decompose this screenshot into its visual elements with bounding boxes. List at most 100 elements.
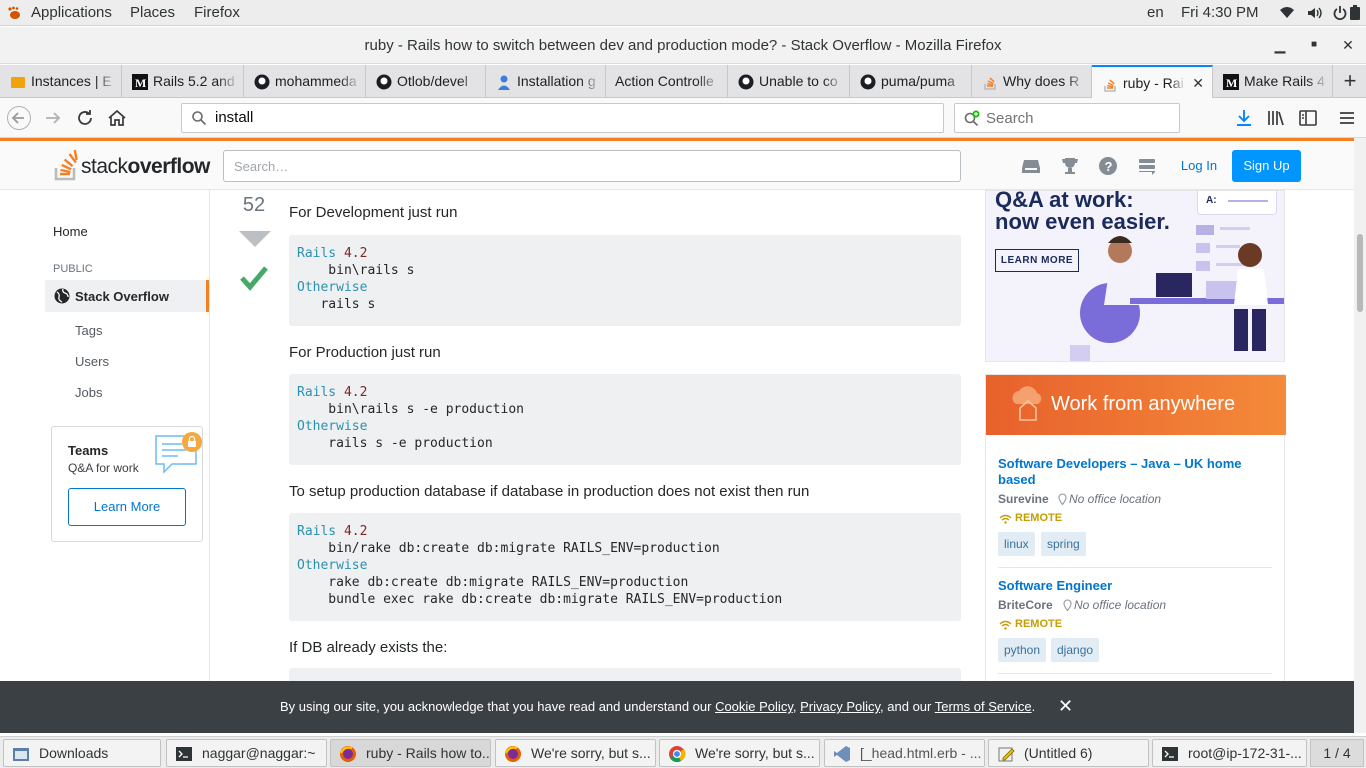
url-input-text[interactable]: install — [215, 109, 253, 126]
trophy-icon[interactable] — [1060, 156, 1080, 176]
so-search-input[interactable]: Search… — [223, 150, 961, 182]
taskbar-item-label: We're sorry, but s... — [695, 745, 815, 761]
nav-stackoverflow[interactable]: Stack Overflow — [45, 280, 209, 312]
workspace-pager[interactable]: 1 / 4 — [1310, 739, 1364, 767]
wifi-icon[interactable] — [1279, 5, 1295, 21]
jobs-widget: Work from anywhere Software Developers –… — [985, 374, 1286, 682]
hamburger-menu-icon[interactable] — [1335, 106, 1359, 130]
job-title[interactable]: Software Engineer — [998, 578, 1272, 594]
site-switcher-icon[interactable] — [1137, 156, 1157, 176]
taskbar-item[interactable]: root@ip-172-31-... — [1152, 739, 1307, 767]
search-bar[interactable]: Search — [954, 103, 1180, 133]
tab-active[interactable]: ruby - Rai ✕ — [1092, 65, 1213, 99]
job-tag[interactable]: linux — [998, 532, 1035, 556]
power-icon[interactable] — [1332, 5, 1348, 21]
new-tab-button[interactable]: + — [1334, 65, 1366, 98]
tab[interactable]: Instances | E — [0, 65, 122, 98]
code-line: Otherwise — [297, 558, 368, 573]
nav-tags[interactable]: Tags — [75, 323, 102, 338]
taskbar-item[interactable]: We're sorry, but s... — [495, 739, 656, 767]
job-remote-badge: REMOTE — [1015, 618, 1063, 630]
taskbar-item-label: Downloads — [39, 745, 109, 761]
teams-illustration-icon — [155, 432, 202, 474]
tab[interactable]: Action Controlle — [606, 65, 728, 98]
svg-text:M: M — [135, 76, 146, 90]
home-icon[interactable] — [105, 106, 129, 130]
taskbar-item[interactable]: naggar@naggar:~ — [166, 739, 327, 767]
code-line: bin/rake db:create db:migrate RAILS_ENV=… — [297, 541, 720, 556]
downvote-arrow-icon[interactable] — [238, 230, 272, 248]
firefox-app-menu[interactable]: Firefox — [194, 4, 240, 21]
page-scrollbar[interactable] — [1354, 138, 1366, 682]
job-tag[interactable]: django — [1051, 638, 1100, 662]
job-title[interactable]: Software Developers – Java – UK home bas… — [998, 456, 1272, 488]
inbox-icon[interactable] — [1021, 156, 1041, 176]
job-tag[interactable]: spring — [1041, 532, 1086, 556]
accepted-check-icon — [240, 266, 268, 291]
scrollbar-thumb[interactable] — [1357, 234, 1363, 312]
tab[interactable]: M Make Rails 4 — [1213, 65, 1333, 98]
teams-learn-more-button[interactable]: Learn More — [68, 488, 186, 526]
nav-home[interactable]: Home — [53, 224, 88, 239]
login-link[interactable]: Log In — [1173, 150, 1225, 182]
maximize-button[interactable]: ■ — [1305, 36, 1323, 54]
close-window-button[interactable]: ✕ — [1339, 36, 1357, 54]
privacy-policy-link[interactable]: Privacy Policy — [800, 699, 880, 714]
cookie-policy-link[interactable]: Cookie Policy — [715, 699, 793, 714]
so-logo[interactable]: stackoverflow — [53, 149, 213, 183]
window-title-bar[interactable]: ruby - Rails how to switch between dev a… — [0, 27, 1366, 64]
tab[interactable]: Why does R — [972, 65, 1092, 98]
terminal-icon — [176, 747, 192, 761]
taskbar-item-label: ruby - Rails how to... — [366, 745, 491, 761]
code-line: rake db:create db:migrate RAILS_ENV=prod… — [297, 575, 689, 590]
forward-arrow-icon[interactable] — [41, 106, 65, 130]
library-icon[interactable] — [1264, 106, 1288, 130]
tab[interactable]: Installation g — [486, 65, 606, 98]
help-icon[interactable]: ? — [1098, 156, 1118, 176]
applications-menu[interactable]: Applications — [31, 4, 112, 21]
web-page: stackoverflow Search… ? Log In Sign Up H… — [0, 138, 1354, 682]
volume-icon[interactable] — [1306, 5, 1322, 21]
taskbar-item[interactable]: We're sorry, but s... — [659, 739, 820, 767]
tab[interactable]: Otlob/devel — [366, 65, 486, 98]
divider — [998, 673, 1272, 674]
taskbar-item[interactable]: [_head.html.erb - ... — [824, 739, 985, 767]
download-icon[interactable] — [1232, 106, 1256, 130]
clock[interactable]: Fri 4:30 PM — [1181, 4, 1259, 21]
tab[interactable]: Unable to co — [728, 65, 850, 98]
reload-icon[interactable] — [73, 106, 97, 130]
ad-learn-more-button[interactable]: LEARN MORE — [995, 249, 1079, 272]
taskbar-item[interactable]: (Untitled 6) — [988, 739, 1149, 767]
tab-label: Action Controlle — [615, 73, 714, 89]
teams-ad[interactable]: Q&A at work: now even easier. LEARN MORE … — [985, 190, 1285, 362]
back-arrow-icon[interactable] — [7, 106, 31, 130]
battery-icon[interactable] — [1349, 5, 1361, 21]
signup-button[interactable]: Sign Up — [1232, 150, 1301, 182]
job-tag[interactable]: python — [998, 638, 1047, 662]
taskbar-item-label: naggar@naggar:~ — [202, 745, 316, 761]
taskbar-item[interactable]: Downloads — [3, 739, 161, 767]
close-tab-icon[interactable]: ✕ — [1192, 75, 1204, 92]
answer-paragraph: To setup production database if database… — [289, 483, 810, 500]
places-menu[interactable]: Places — [130, 4, 175, 21]
sidebar-toggle-icon[interactable] — [1296, 106, 1320, 130]
taskbar-item-active[interactable]: ruby - Rails how to... — [330, 739, 491, 767]
jobs-header[interactable]: Work from anywhere — [986, 375, 1286, 435]
code-block: Rails 4.2 bin/rake db:create db:migrate … — [289, 513, 961, 621]
job-remote-badge: REMOTE — [1015, 512, 1063, 524]
nav-users[interactable]: Users — [75, 354, 109, 369]
close-banner-icon[interactable]: ✕ — [1058, 696, 1073, 717]
keyboard-language[interactable]: en — [1147, 4, 1164, 21]
tab[interactable]: puma/puma — [850, 65, 972, 98]
tab[interactable]: mohammeda — [244, 65, 366, 98]
code-line: bin\rails s — [297, 263, 415, 278]
tab[interactable]: M Rails 5.2 and — [122, 65, 244, 98]
url-bar[interactable]: install — [181, 103, 944, 133]
nav-jobs[interactable]: Jobs — [75, 385, 102, 400]
stackoverflow-logo-icon — [54, 149, 78, 181]
terms-link[interactable]: Terms of Service — [935, 699, 1032, 714]
medium-icon: M — [1223, 74, 1239, 90]
minimize-button[interactable]: ▁ — [1271, 36, 1289, 54]
tab-label: Why does R — [1003, 73, 1080, 89]
github-icon — [860, 74, 876, 90]
